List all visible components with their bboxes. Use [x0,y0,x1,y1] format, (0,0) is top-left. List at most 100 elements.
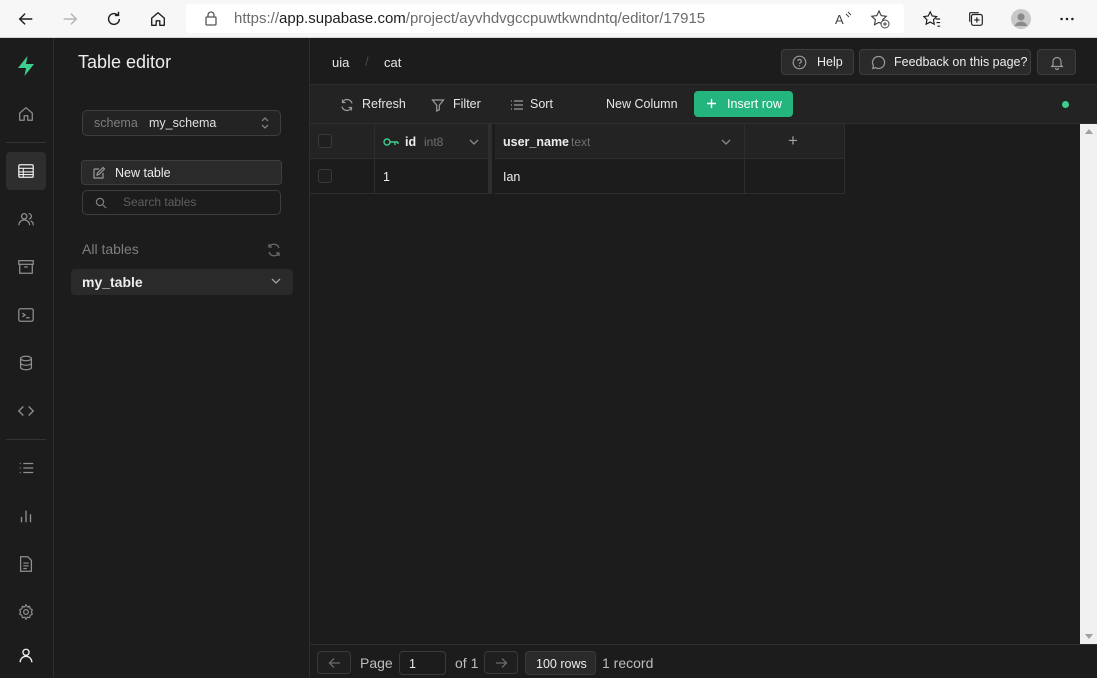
scroll-up-arrow[interactable] [1085,129,1093,134]
database-icon [19,355,33,371]
sidebar-title: Table editor [78,52,172,72]
refresh-tables-icon[interactable] [266,242,282,258]
settings-more-button[interactable] [1053,5,1081,33]
favorites-button[interactable] [918,5,946,33]
notifications-button[interactable] [1037,49,1076,75]
nav-reports[interactable] [6,497,46,535]
plus-icon [707,99,716,108]
lock-icon [205,11,217,26]
nav-database[interactable] [6,344,46,382]
message-icon [871,55,886,70]
bar-chart-icon [20,510,32,523]
scroll-down-arrow[interactable] [1085,634,1093,639]
select-all-cell [310,124,375,159]
url-path: /project/ayvhdvgccpuwtkwndntq/editor/179… [405,10,706,27]
profile-button[interactable] [1007,5,1035,33]
table-cell-user-name[interactable]: Ian [495,159,745,194]
address-bar[interactable]: https://app.supabase.com/project/ayvhdvg… [186,4,904,33]
search-tables [82,190,281,215]
user-icon [19,648,33,663]
schema-selector[interactable]: schema my_schema [82,110,281,136]
refresh-button[interactable]: Refresh [362,97,406,111]
home-button[interactable] [144,5,172,33]
nav-authentication[interactable] [6,200,46,238]
help-icon [792,55,807,70]
more-icon [1060,17,1074,21]
forward-button[interactable] [56,5,84,33]
terminal-icon [18,308,34,322]
gear-icon [18,603,34,621]
bell-icon [1050,56,1064,70]
app-nav-rail [0,38,54,678]
feedback-button[interactable]: Feedback on this page? [859,49,1031,75]
nav-api-docs[interactable] [6,392,46,430]
breadcrumb-project[interactable]: uia [332,55,349,70]
cell-value: 1 [383,170,390,184]
select-all-checkbox[interactable] [318,134,332,148]
add-column-header[interactable]: + [745,124,845,159]
add-favorite-icon[interactable] [870,9,890,29]
search-tables-input[interactable] [123,195,273,209]
home-icon [151,12,165,26]
new-table-button[interactable]: New table [81,160,282,185]
all-tables-label: All tables [82,241,139,257]
nav-sql-editor[interactable] [6,296,46,334]
next-page-button[interactable] [484,651,518,674]
chevron-down-icon[interactable] [721,138,731,146]
page-total-label: of 1 [455,655,479,671]
reload-button[interactable] [100,5,128,33]
vertical-scrollbar[interactable] [1080,124,1097,644]
back-button[interactable] [12,5,40,33]
breadcrumb-org[interactable]: cat [384,55,401,70]
page-label: Page [360,655,393,671]
collections-button[interactable] [962,5,990,33]
nav-settings[interactable] [6,593,46,631]
connection-status-dot [1062,101,1069,108]
nav-home[interactable] [6,95,46,133]
arrow-right-icon [63,13,78,25]
sort-icon [511,100,523,110]
column-name: id [405,135,417,149]
url-host: app.supabase.com [279,10,406,27]
column-header-user-name[interactable]: user_name text [495,124,745,159]
cell-value: Ian [503,170,521,184]
column-header-id[interactable]: id int8 [375,124,492,159]
new-column-button[interactable]: New Column [606,97,678,111]
supabase-logo[interactable] [6,47,46,85]
favorites-icon [923,10,941,27]
url-prefix: https:// [234,10,280,27]
filter-icon [431,99,445,112]
svg-text:A: A [835,12,844,27]
filter-button[interactable]: Filter [453,97,481,111]
row-checkbox[interactable] [318,169,332,183]
previous-page-button[interactable] [317,651,351,674]
sort-button[interactable]: Sort [530,97,553,111]
read-aloud-icon[interactable]: A [834,10,852,28]
arrow-left-icon [328,658,340,668]
supabase-logo-icon [18,56,34,76]
chevron-up-down-icon [261,117,269,129]
nav-logs[interactable] [6,449,46,487]
list-icon [19,462,34,474]
sidebar-item-my-table[interactable]: my_table [71,269,293,295]
page-number-input[interactable]: 1 [399,651,446,675]
rows-per-page-button[interactable]: 100 rows [525,651,596,675]
nav-account[interactable] [6,636,46,674]
insert-row-button[interactable]: Insert row [694,91,793,117]
grid-toolbar: Refresh Filter Sort New Column Insert ro… [310,85,1097,124]
nav-table-editor[interactable] [6,152,46,190]
arrow-right-icon [496,658,508,668]
column-type: int8 [424,135,444,149]
nav-storage[interactable] [6,248,46,286]
nav-docs[interactable] [6,545,46,583]
search-icon [95,197,107,209]
chevron-down-icon[interactable] [271,277,281,285]
help-button[interactable]: Help [781,49,854,75]
new-table-label: New table [115,166,171,180]
row-select-cell [310,159,375,194]
chevron-down-icon[interactable] [469,138,479,146]
code-icon [17,406,35,416]
plus-icon: + [788,131,798,150]
collections-icon [969,12,983,26]
table-cell-id[interactable]: 1 [375,159,492,194]
